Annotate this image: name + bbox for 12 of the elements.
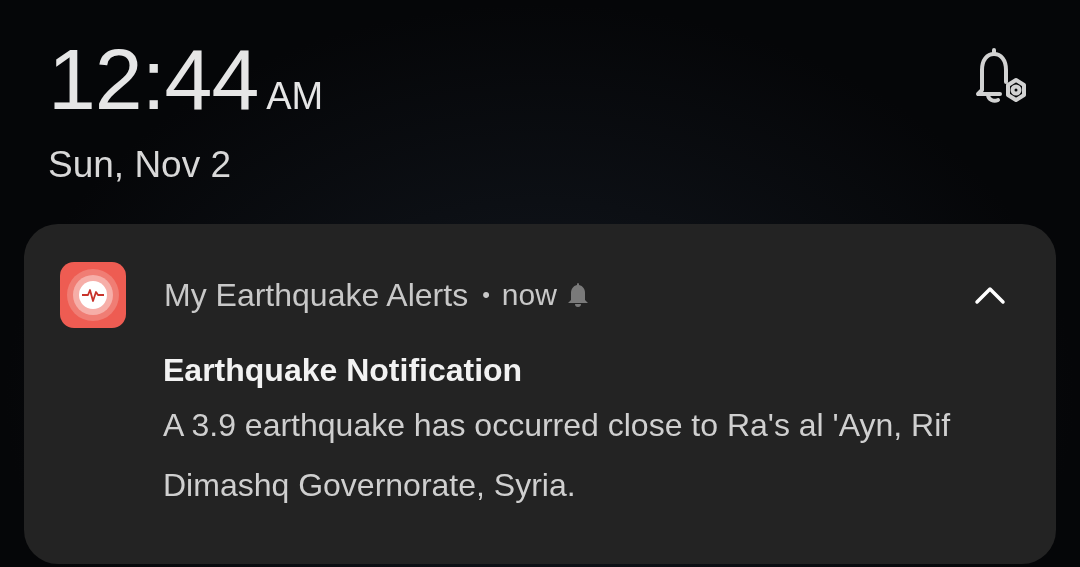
notification-title: Earthquake Notification (163, 352, 524, 389)
date-label: Sun, Nov 2 (48, 144, 233, 186)
notification-card[interactable]: My Earthquake Alerts • now Earthquake Notification A 3.9 earthquake has occurred close to Ra's al 'Ayn, Rif Dimashq Governorate, Syria. (24, 224, 1056, 564)
notification-time: now (501, 278, 557, 312)
clock-meridiem: AM (266, 75, 324, 118)
notification-body: A 3.9 earthquake has occurred close to Ra's al 'Ayn, Rif Dimashq Governorate, Syria. (163, 406, 952, 505)
chevron-icon[interactable] (974, 285, 1006, 305)
separator-dot: • (482, 282, 490, 308)
clock-time: 12:44 (48, 36, 259, 122)
app-seismograph-icon (60, 262, 126, 328)
bell-icon (566, 282, 589, 308)
app-name: My Earthquake Alerts (164, 276, 469, 314)
